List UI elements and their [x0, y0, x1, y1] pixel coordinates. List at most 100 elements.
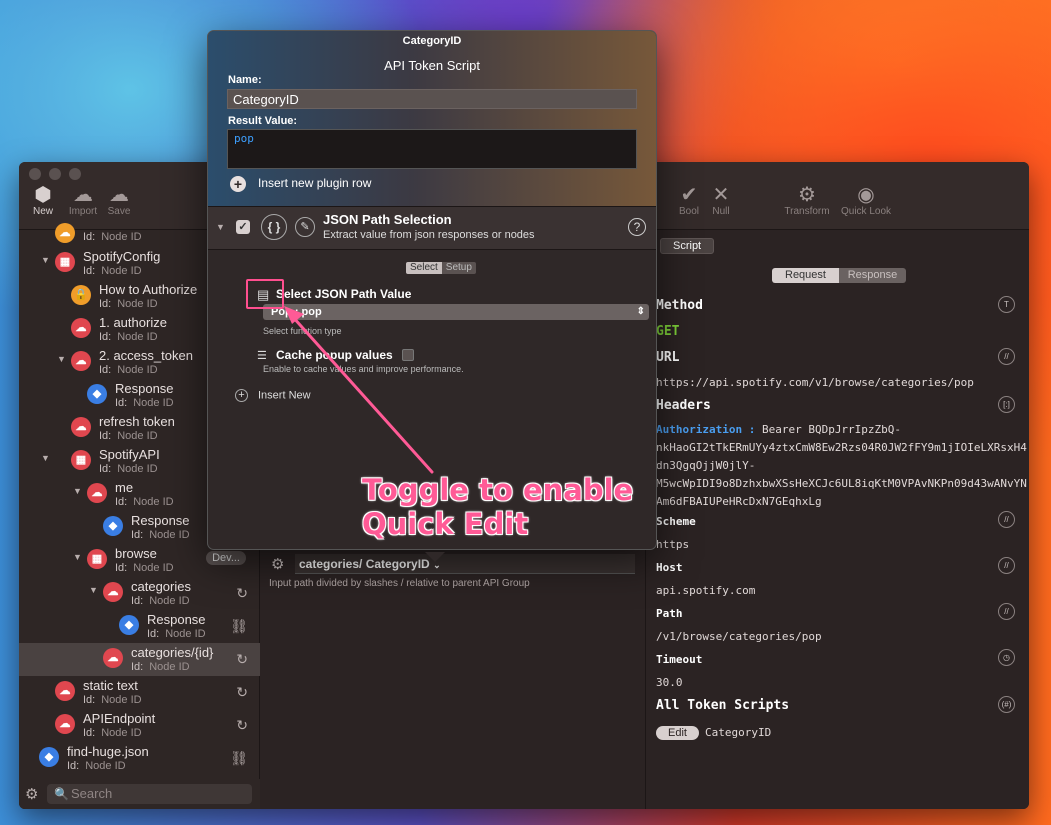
tree-item-categories[interactable]: ▼ ☁ categories Id: Node ID ↻ [19, 577, 260, 610]
plugin-enabled-checkbox[interactable]: ✓ [236, 220, 250, 234]
tree-item-response[interactable]: ◆ Response Id: Node ID ⛓ [19, 610, 260, 643]
search-input[interactable]: 🔍 Search [47, 784, 252, 804]
host-type-icon[interactable]: // [998, 557, 1015, 574]
environment-badge[interactable]: Dev... [206, 551, 246, 565]
disclosure-triangle-icon[interactable]: ▼ [57, 354, 66, 364]
up-down-chevron-icon: ⇕ [636, 306, 645, 317]
path-value[interactable]: /v1/browse/categories/pop [656, 630, 822, 643]
popover-arrow [425, 552, 445, 562]
save-button[interactable]: ☁ Save [97, 184, 141, 217]
cube-icon: ◆ [119, 615, 139, 635]
path-type-icon[interactable]: // [998, 603, 1015, 620]
headers-label: Headers [656, 398, 711, 413]
gear-icon[interactable]: ⚙ [271, 555, 284, 573]
host-label: Host [656, 561, 683, 574]
tab-setup[interactable]: Setup [441, 262, 476, 274]
annotation-highlight-box [246, 279, 284, 309]
transform-button[interactable]: ⚙ Transform [777, 184, 837, 217]
quick-look-button[interactable]: ◉ Quick Look [835, 184, 897, 217]
grid-icon: ▦ [71, 450, 91, 470]
timeout-label: Timeout [656, 653, 703, 666]
sliders-icon: ☰ [257, 350, 267, 362]
null-button[interactable]: ✕ Null [701, 184, 741, 217]
cloud-icon: ☁ [55, 714, 75, 734]
search-icon: 🔍 [54, 787, 69, 801]
cube-icon: ◆ [39, 747, 59, 767]
tree-item-find-huge-json[interactable]: ◆ find-huge.json Id: Node ID ⛓ [19, 742, 260, 775]
header-row[interactable]: Authorization : Bearer BQDpJrrIpzZbQ- [656, 423, 901, 436]
cache-popup-checkbox[interactable] [402, 349, 414, 361]
url-label: URL [656, 350, 680, 365]
x-icon: ✕ [712, 184, 730, 206]
token-script-row: Edit CategoryID [656, 726, 771, 740]
method-type-icon[interactable]: T [998, 296, 1015, 313]
cloud-icon: ☁ [71, 417, 91, 437]
json-path-select[interactable]: Pop : pop ⇕ [263, 304, 649, 320]
scheme-type-icon[interactable]: // [998, 511, 1015, 528]
disclosure-triangle-icon[interactable]: ▼ [41, 255, 50, 265]
header-value-line: M5wcWpIDI9o8DzhxbwXSsHeXCJc6UL8iqKtM0VPA… [656, 477, 1027, 490]
cloud-icon: ☁ [55, 223, 75, 243]
header-value-line: dn3QgqOjjW0jlY- [656, 459, 756, 472]
edit-button[interactable]: Edit [656, 726, 699, 740]
tree-item-apiendpoint[interactable]: ☁ APIEndpoint Id: Node ID ↻ [19, 709, 260, 742]
refresh-icon[interactable]: ↻ [236, 717, 248, 734]
link-icon[interactable]: ⛓ [230, 750, 248, 767]
headers-type-icon[interactable]: [:] [998, 396, 1015, 413]
clock-icon[interactable]: ◷ [998, 649, 1015, 666]
cube-icon: ◆ [103, 516, 123, 536]
token-script-name[interactable]: CategoryID [705, 726, 771, 739]
plugin-description: Extract value from json responses or nod… [323, 229, 535, 241]
tab-script[interactable]: Script [660, 238, 715, 254]
method-value[interactable]: GET [656, 324, 679, 339]
scheme-value[interactable]: https [656, 538, 689, 551]
zoom-window-button[interactable] [69, 168, 81, 180]
window-controls [29, 168, 81, 180]
sidebar-footer: ⚙ 🔍 Search [19, 779, 260, 809]
path-input[interactable]: categories/ CategoryID ⌄ [295, 554, 635, 574]
cube-icon: ◆ [87, 384, 107, 404]
tab-request[interactable]: Request [772, 268, 839, 283]
cloud-icon: ☁ [71, 318, 91, 338]
path-hint: Input path divided by slashes / relative… [269, 578, 530, 589]
timeout-value[interactable]: 30.0 [656, 676, 683, 689]
result-label: Result Value: [228, 115, 298, 127]
name-field[interactable]: CategoryID [227, 89, 637, 109]
disclosure-triangle-icon[interactable]: ▼ [216, 222, 225, 232]
disclosure-triangle-icon[interactable]: ▼ [73, 486, 82, 496]
cloud-icon: ☁ [103, 582, 123, 602]
refresh-icon[interactable]: ↻ [236, 684, 248, 701]
sliders-icon: ⚙ [798, 184, 816, 206]
grid-icon: ▦ [87, 549, 107, 569]
tree-item-static-text[interactable]: ☁ static text Id: Node ID ↻ [19, 676, 260, 709]
request-response-segment: Request Response [772, 268, 906, 283]
url-value[interactable]: https://api.spotify.com/v1/browse/catego… [656, 376, 974, 389]
path-row: ⚙ categories/ CategoryID ⌄ Input path di… [261, 550, 645, 590]
plus-icon: + [235, 389, 248, 402]
request-panel: Script Request Response Method T GET URL… [645, 230, 1029, 809]
close-window-button[interactable] [29, 168, 41, 180]
tab-select[interactable]: Select [406, 262, 442, 274]
cloud-icon: ☁ [103, 648, 123, 668]
url-type-icon[interactable]: // [998, 348, 1015, 365]
disclosure-triangle-icon[interactable]: ▼ [73, 552, 82, 562]
token-scripts-icon[interactable]: (#) [998, 696, 1015, 713]
help-icon[interactable]: ? [628, 218, 646, 236]
minimize-window-button[interactable] [49, 168, 61, 180]
insert-new-button[interactable]: + Insert New [235, 389, 311, 402]
cache-hint: Enable to cache values and improve perfo… [263, 364, 464, 374]
refresh-icon[interactable]: ↻ [236, 651, 248, 668]
insert-plugin-row-button[interactable]: + Insert new plugin row [230, 176, 371, 192]
link-icon[interactable]: ⛓ [230, 618, 248, 635]
method-label: Method [656, 298, 703, 313]
disclosure-triangle-icon[interactable]: ▼ [41, 453, 50, 463]
tree-item-categories-id[interactable]: ☁ categories/{id} Id: Node ID ↻ [19, 643, 260, 676]
pencil-icon[interactable]: ✎ [295, 217, 315, 237]
refresh-icon[interactable]: ↻ [236, 585, 248, 602]
tab-response[interactable]: Response [839, 268, 906, 283]
plugin-row-json-path: ▼ ✓ { } ✎ JSON Path Selection Extract va… [208, 206, 656, 250]
disclosure-triangle-icon[interactable]: ▼ [89, 585, 98, 595]
host-value[interactable]: api.spotify.com [656, 584, 755, 597]
gear-icon[interactable]: ⚙ [25, 785, 38, 803]
new-button[interactable]: ⬢ New [21, 184, 65, 217]
